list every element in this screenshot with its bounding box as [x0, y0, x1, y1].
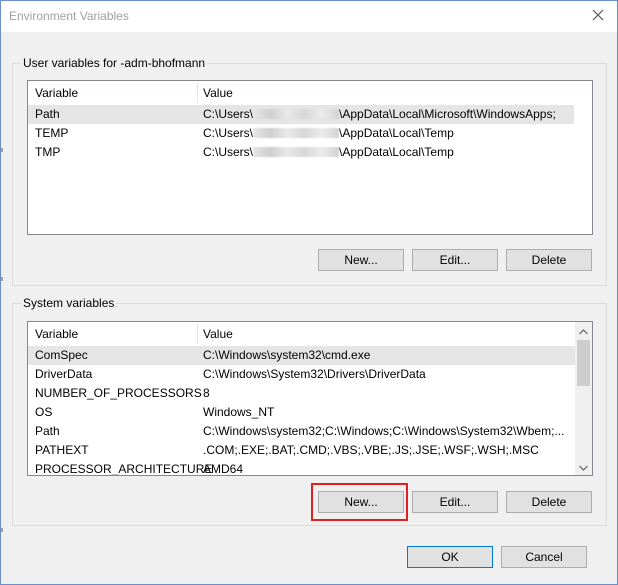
- variable-value: C:\Windows\System32\Drivers\DriverData: [203, 367, 426, 381]
- table-row[interactable]: PROCESSOR_ARCHITECTURE AMD64: [28, 460, 575, 476]
- close-icon: [592, 9, 604, 24]
- system-edit-button[interactable]: Edit...: [412, 491, 498, 513]
- table-row[interactable]: TMP C:\Users\ \AppData\Local\Temp: [28, 143, 574, 162]
- user-variables-label: User variables for -adm-bhofmann: [21, 56, 208, 70]
- scroll-down-button[interactable]: [578, 461, 589, 472]
- column-header-variable[interactable]: Variable: [35, 86, 78, 100]
- column-header-value[interactable]: Value: [203, 327, 233, 341]
- table-row[interactable]: TEMP C:\Users\ \AppData\Local\Temp: [28, 124, 574, 143]
- variable-value: C:\Windows\system32\cmd.exe: [203, 348, 371, 362]
- variable-name: Path: [35, 107, 60, 121]
- chevron-down-icon: [579, 460, 588, 474]
- highlight-box: [311, 483, 408, 521]
- table-row[interactable]: DriverData C:\Windows\System32\Drivers\D…: [28, 365, 575, 384]
- ok-button[interactable]: OK: [407, 546, 493, 568]
- column-header-value[interactable]: Value: [203, 86, 233, 100]
- vertical-scrollbar[interactable]: [575, 322, 592, 475]
- resize-grip: [1, 528, 3, 532]
- value-suffix: \AppData\Local\Temp: [339, 126, 454, 140]
- redacted-username: [253, 127, 340, 138]
- system-delete-button[interactable]: Delete: [506, 491, 592, 513]
- value-suffix: \AppData\Local\Temp: [339, 145, 454, 159]
- list-header: Variable Value: [28, 81, 592, 105]
- variable-value: 8: [203, 386, 210, 400]
- variable-value: C:\Users\ \AppData\Local\Temp: [203, 126, 454, 140]
- variable-name: DriverData: [35, 367, 93, 381]
- variable-value: C:\Windows\system32;C:\Windows;C:\Window…: [203, 424, 565, 438]
- column-header-variable[interactable]: Variable: [35, 327, 78, 341]
- close-button[interactable]: [585, 3, 611, 29]
- environment-variables-dialog: Environment Variables User variables for…: [0, 0, 618, 585]
- table-row[interactable]: Path C:\Windows\system32;C:\Windows;C:\W…: [28, 422, 575, 441]
- column-divider[interactable]: [197, 83, 198, 103]
- variable-value: Windows_NT: [203, 405, 275, 419]
- column-divider[interactable]: [197, 324, 198, 344]
- scroll-up-button[interactable]: [578, 325, 589, 336]
- value-prefix: C:\Users\: [203, 107, 254, 121]
- variable-name: Path: [35, 424, 60, 438]
- user-delete-button[interactable]: Delete: [506, 249, 592, 271]
- system-variables-list[interactable]: Variable Value ComSpec C:\Windows\system…: [27, 321, 593, 476]
- chevron-up-icon: [579, 324, 588, 338]
- variable-value: .COM;.EXE;.BAT;.CMD;.VBS;.VBE;.JS;.JSE;.…: [203, 443, 539, 457]
- redacted-username: [253, 146, 340, 157]
- variable-name: TEMP: [35, 126, 69, 140]
- value-prefix: C:\Users\: [203, 126, 254, 140]
- variable-name: PROCESSOR_ARCHITECTURE: [35, 462, 213, 476]
- table-row[interactable]: ComSpec C:\Windows\system32\cmd.exe: [28, 346, 575, 365]
- title-bar: Environment Variables: [1, 1, 617, 32]
- user-edit-button[interactable]: Edit...: [412, 249, 498, 271]
- user-new-button[interactable]: New...: [318, 249, 404, 271]
- variable-value: C:\Users\ \AppData\Local\Microsoft\Window…: [203, 107, 556, 121]
- window-title: Environment Variables: [9, 9, 129, 23]
- variable-name: OS: [35, 405, 53, 419]
- cancel-button[interactable]: Cancel: [501, 546, 587, 568]
- system-variables-label: System variables: [21, 296, 117, 310]
- scrollbar-thumb[interactable]: [577, 340, 590, 386]
- user-variables-list[interactable]: Variable Value Path C:\Users\ \AppData\Lo…: [27, 80, 593, 235]
- variable-value: AMD64: [203, 462, 244, 476]
- variable-name: ComSpec: [35, 348, 88, 362]
- list-header: Variable Value: [28, 322, 575, 346]
- resize-grip: [1, 277, 3, 281]
- variable-name: TMP: [35, 145, 61, 159]
- table-row[interactable]: Path C:\Users\ \AppData\Local\Microsoft\W…: [28, 105, 574, 124]
- table-row[interactable]: PATHEXT .COM;.EXE;.BAT;.CMD;.VBS;.VBE;.J…: [28, 441, 575, 460]
- value-prefix: C:\Users\: [203, 145, 254, 159]
- variable-value: C:\Users\ \AppData\Local\Temp: [203, 145, 454, 159]
- resize-grip: [1, 148, 3, 152]
- table-row[interactable]: NUMBER_OF_PROCESSORS 8: [28, 384, 575, 403]
- variable-name: PATHEXT: [35, 443, 89, 457]
- variable-name: NUMBER_OF_PROCESSORS: [35, 386, 202, 400]
- table-row[interactable]: OS Windows_NT: [28, 403, 575, 422]
- redacted-username: [253, 108, 340, 119]
- value-suffix: \AppData\Local\Microsoft\WindowsApps;: [339, 107, 556, 121]
